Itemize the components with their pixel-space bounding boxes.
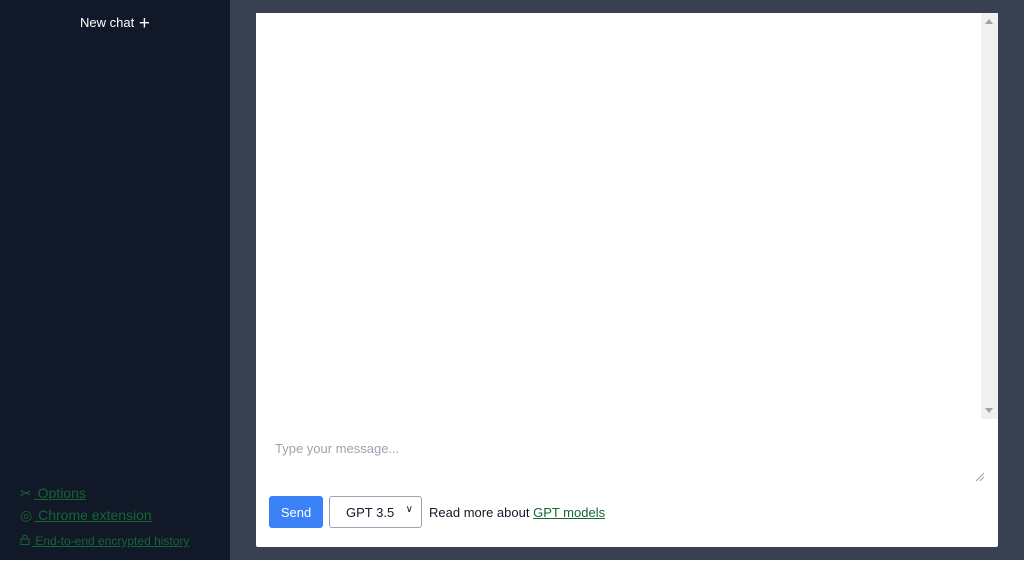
read-more-text: Read more about GPT models (429, 505, 605, 520)
chat-scrollbar[interactable] (981, 13, 998, 419)
gpt-models-link[interactable]: GPT models (533, 505, 605, 520)
options-label: Options (33, 485, 86, 501)
model-select[interactable]: GPT 3.5 ∨ (329, 496, 422, 528)
new-chat-button[interactable]: New chat + (0, 13, 230, 35)
plus-icon: + (138, 13, 150, 34)
tools-icon: ✂ (20, 485, 32, 501)
chat-messages-area (256, 13, 998, 419)
send-button[interactable]: Send (269, 496, 323, 528)
read-more-label: Read more about (429, 504, 534, 520)
chrome-icon: ◎ (20, 507, 33, 523)
lock-icon (20, 534, 30, 548)
sidebar: New chat + ✂ Options ◎ Chrome extension … (0, 0, 230, 560)
chat-card: Send GPT 3.5 ∨ Read more about GPT model… (256, 13, 998, 547)
scroll-up-arrow-icon[interactable] (985, 19, 993, 24)
chrome-extension-link[interactable]: ◎ Chrome extension (20, 507, 189, 524)
encrypted-history-label: End-to-end encrypted history (32, 534, 190, 548)
message-input[interactable] (256, 419, 986, 485)
app-root: New chat + ✂ Options ◎ Chrome extension … (0, 0, 1024, 560)
composer-controls: Send GPT 3.5 ∨ Read more about GPT model… (269, 496, 605, 528)
scroll-down-arrow-icon[interactable] (985, 408, 993, 413)
new-chat-label: New chat (80, 15, 135, 30)
chevron-down-icon: ∨ (405, 504, 413, 515)
resize-grip-icon[interactable] (975, 472, 985, 482)
encrypted-history-link[interactable]: End-to-end encrypted history (20, 534, 189, 548)
chrome-extension-label: Chrome extension (34, 507, 152, 523)
main-area: Send GPT 3.5 ∨ Read more about GPT model… (230, 0, 1024, 560)
model-select-value: GPT 3.5 (346, 505, 395, 520)
sidebar-links: ✂ Options ◎ Chrome extension End-to-end … (20, 485, 189, 548)
options-link[interactable]: ✂ Options (20, 485, 189, 502)
